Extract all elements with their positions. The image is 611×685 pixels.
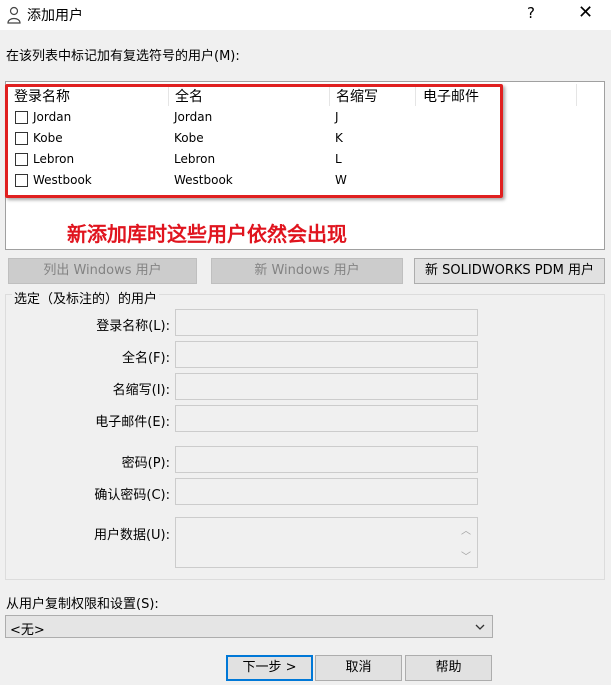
title-bar: 添加用户 ? ✕ xyxy=(0,0,611,30)
cell-fullname: Jordan xyxy=(174,110,213,124)
cell-fullname: Lebron xyxy=(174,152,216,166)
table-row[interactable]: Lebron Lebron L xyxy=(6,150,604,171)
user-icon xyxy=(7,6,21,24)
user-data-textarea[interactable]: ︿ ﹀ xyxy=(175,517,478,568)
cell-login: Jordan xyxy=(33,110,72,124)
next-button[interactable]: 下一步 > xyxy=(226,655,313,681)
scroll-up-icon[interactable]: ︿ xyxy=(461,522,471,537)
column-header-email[interactable]: 电子邮件 xyxy=(423,86,479,106)
copy-settings-label: 从用户复制权限和设置(S): xyxy=(6,597,159,612)
cell-login: Kobe xyxy=(33,131,63,145)
copy-settings-select[interactable]: <无> xyxy=(5,615,493,638)
column-header-initials[interactable]: 名缩写 xyxy=(336,86,378,106)
scroll-down-icon[interactable]: ﹀ xyxy=(461,548,471,563)
group-title: 选定（及标注的）的用户 xyxy=(12,288,160,307)
password-label: 密码(P): xyxy=(121,456,170,471)
email-label: 电子邮件(E): xyxy=(95,415,170,430)
column-divider[interactable] xyxy=(576,84,577,106)
initials-field[interactable] xyxy=(175,373,478,400)
table-row[interactable]: Westbook Westbook W xyxy=(6,171,604,192)
login-field[interactable] xyxy=(175,309,478,336)
new-pdm-user-button[interactable]: 新 SOLIDWORKS PDM 用户 xyxy=(414,258,605,284)
cell-initials: K xyxy=(335,131,343,145)
user-checkbox[interactable] xyxy=(15,174,28,187)
user-checkbox[interactable] xyxy=(15,153,28,166)
new-windows-user-button[interactable]: 新 Windows 用户 xyxy=(211,258,403,284)
cell-login: Westbook xyxy=(33,173,92,187)
table-row[interactable]: Kobe Kobe K xyxy=(6,129,604,150)
user-checkbox[interactable] xyxy=(15,111,28,124)
cancel-button[interactable]: 取消 xyxy=(315,655,402,681)
list-windows-users-button[interactable]: 列出 Windows 用户 xyxy=(8,258,197,284)
help-button[interactable]: 帮助 xyxy=(405,655,492,681)
column-divider[interactable] xyxy=(329,84,330,106)
cell-initials: L xyxy=(335,152,342,166)
column-header-login[interactable]: 登录名称 xyxy=(14,86,70,106)
table-row[interactable]: Jordan Jordan J xyxy=(6,108,604,129)
help-icon[interactable]: ? xyxy=(527,4,535,22)
annotation-text: 新添加库时这些用户依然会出现 xyxy=(67,222,347,246)
column-header-fullname[interactable]: 全名 xyxy=(175,86,203,106)
confirm-password-label: 确认密码(C): xyxy=(94,488,170,503)
initials-label: 名缩写(I): xyxy=(112,383,170,398)
confirm-password-field[interactable] xyxy=(175,478,478,505)
cell-initials: J xyxy=(335,110,339,124)
cell-fullname: Westbook xyxy=(174,173,233,187)
window-title: 添加用户 xyxy=(27,8,83,24)
email-field[interactable] xyxy=(175,405,478,432)
list-instruction: 在该列表中标记加有复选符号的用户(M): xyxy=(6,49,240,64)
cell-login: Lebron xyxy=(33,152,75,166)
user-data-label: 用户数据(U): xyxy=(93,528,170,543)
copy-settings-value: <无> xyxy=(10,623,45,638)
user-checkbox[interactable] xyxy=(15,132,28,145)
fullname-field[interactable] xyxy=(175,341,478,368)
column-divider[interactable] xyxy=(415,84,416,106)
close-icon[interactable]: ✕ xyxy=(578,2,593,23)
cell-initials: W xyxy=(335,173,347,187)
chevron-down-icon xyxy=(475,624,485,630)
login-label: 登录名称(L): xyxy=(96,319,170,334)
cell-fullname: Kobe xyxy=(174,131,204,145)
password-field[interactable] xyxy=(175,446,478,473)
column-divider[interactable] xyxy=(168,84,169,106)
fullname-label: 全名(F): xyxy=(121,351,170,366)
